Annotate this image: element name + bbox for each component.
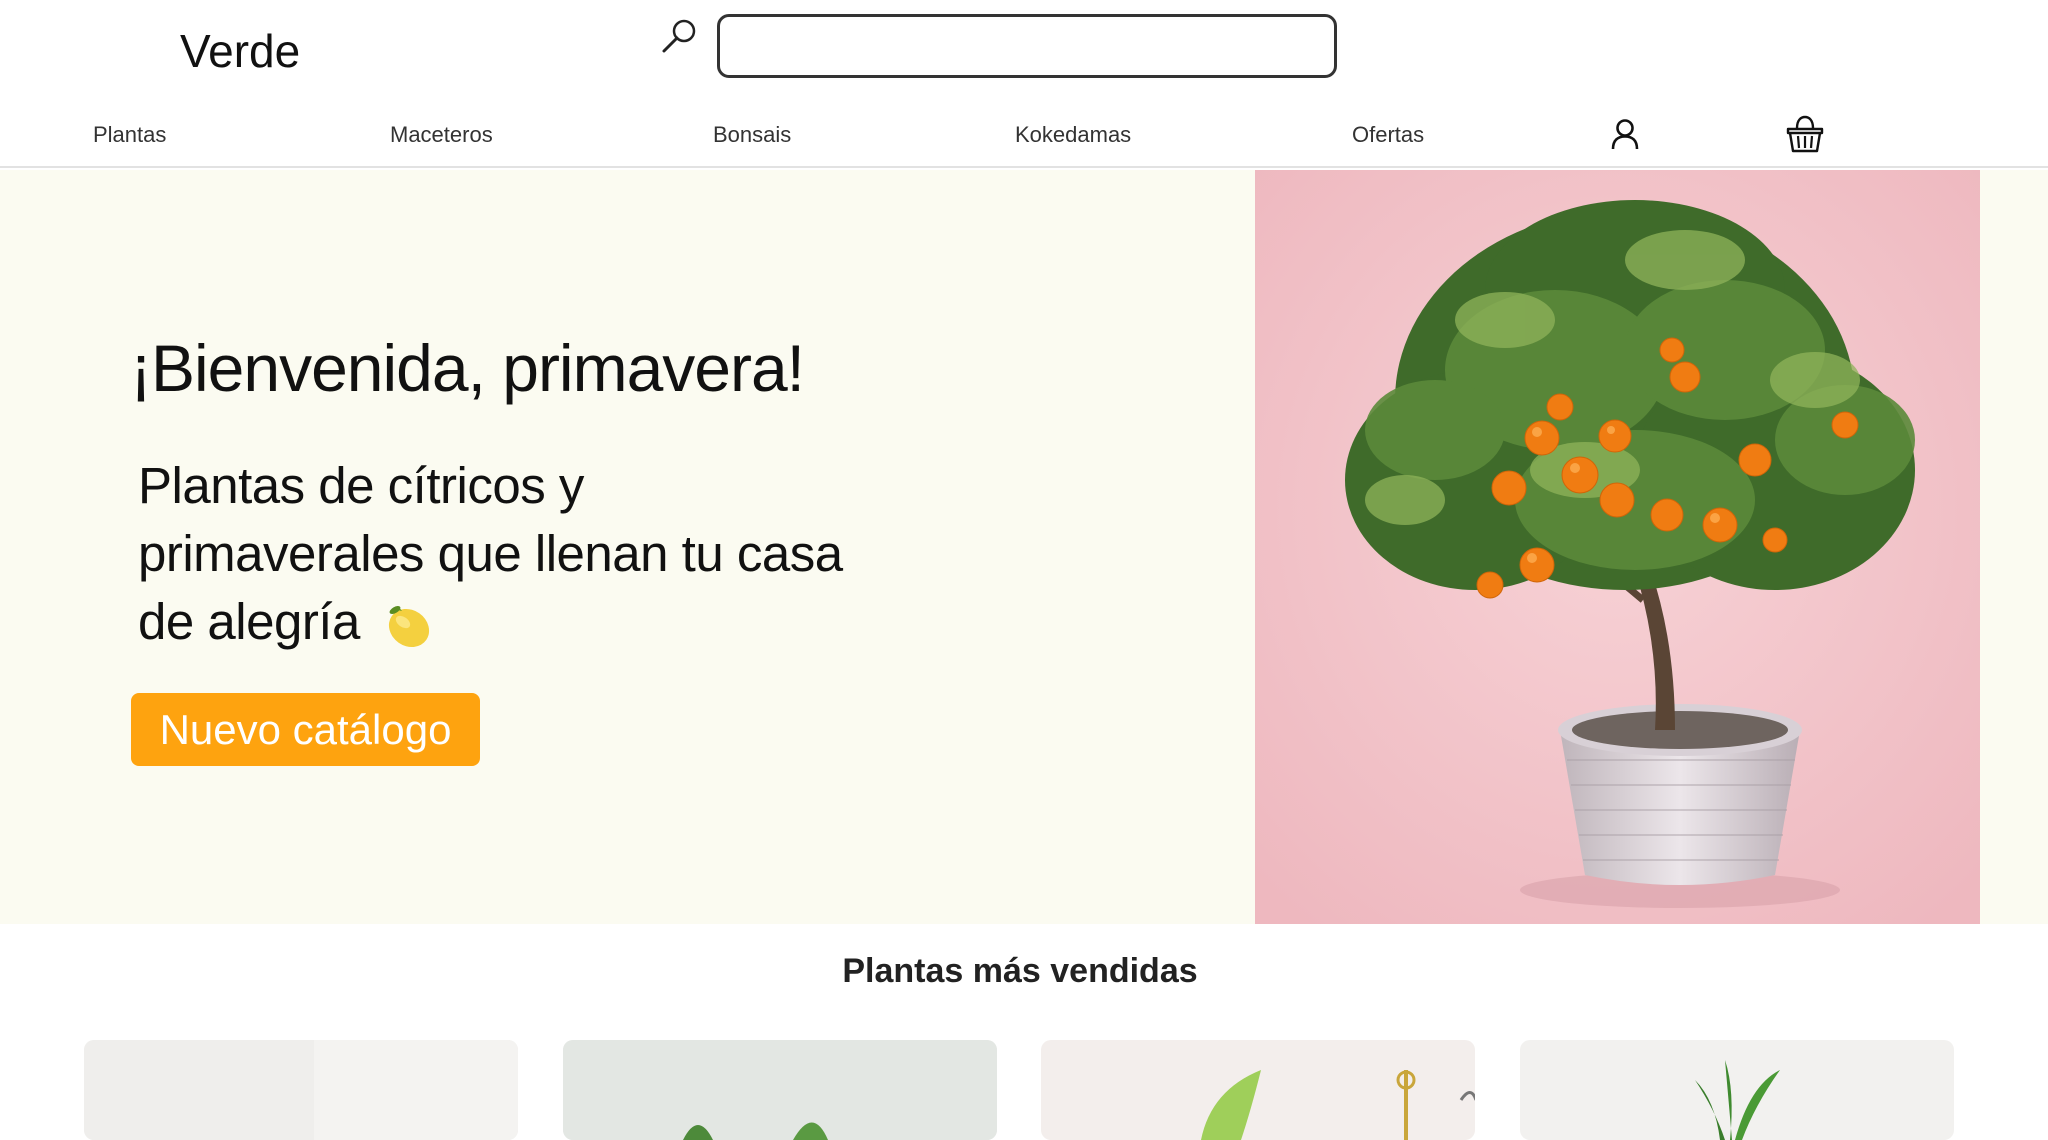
- product-card[interactable]: [563, 1040, 997, 1140]
- basket-icon[interactable]: [1786, 114, 1824, 154]
- site-header: Verde Plantas Maceteros Bonsais Kokedama…: [0, 0, 2048, 168]
- product-card[interactable]: [84, 1040, 518, 1140]
- nav-item-maceteros[interactable]: Maceteros: [390, 122, 493, 148]
- hero-subtitle: Plantas de cítricos y primaverales que l…: [138, 452, 858, 656]
- brand-logo[interactable]: Verde: [180, 24, 300, 78]
- search-icon[interactable]: [660, 16, 700, 56]
- user-icon[interactable]: [1610, 118, 1640, 150]
- hero-subtitle-text: Plantas de cítricos y primaverales que l…: [138, 457, 843, 650]
- nav-item-ofertas[interactable]: Ofertas: [1352, 122, 1424, 148]
- product-card[interactable]: [1041, 1040, 1475, 1140]
- nav-item-bonsais[interactable]: Bonsais: [713, 122, 791, 148]
- nav-item-plantas[interactable]: Plantas: [93, 122, 166, 148]
- hero-title: ¡Bienvenida, primavera!: [130, 331, 805, 405]
- hero-plant-image: [1255, 170, 1980, 924]
- hero-banner: ¡Bienvenida, primavera! Plantas de cítri…: [0, 170, 2048, 924]
- product-card[interactable]: [1520, 1040, 1954, 1140]
- bestsellers-title: Plantas más vendidas: [842, 952, 1198, 990]
- search-input[interactable]: [717, 14, 1337, 78]
- nav-item-kokedamas[interactable]: Kokedamas: [1015, 122, 1131, 148]
- new-catalog-button[interactable]: Nuevo catálogo: [131, 693, 480, 766]
- lemon-icon: [388, 605, 429, 647]
